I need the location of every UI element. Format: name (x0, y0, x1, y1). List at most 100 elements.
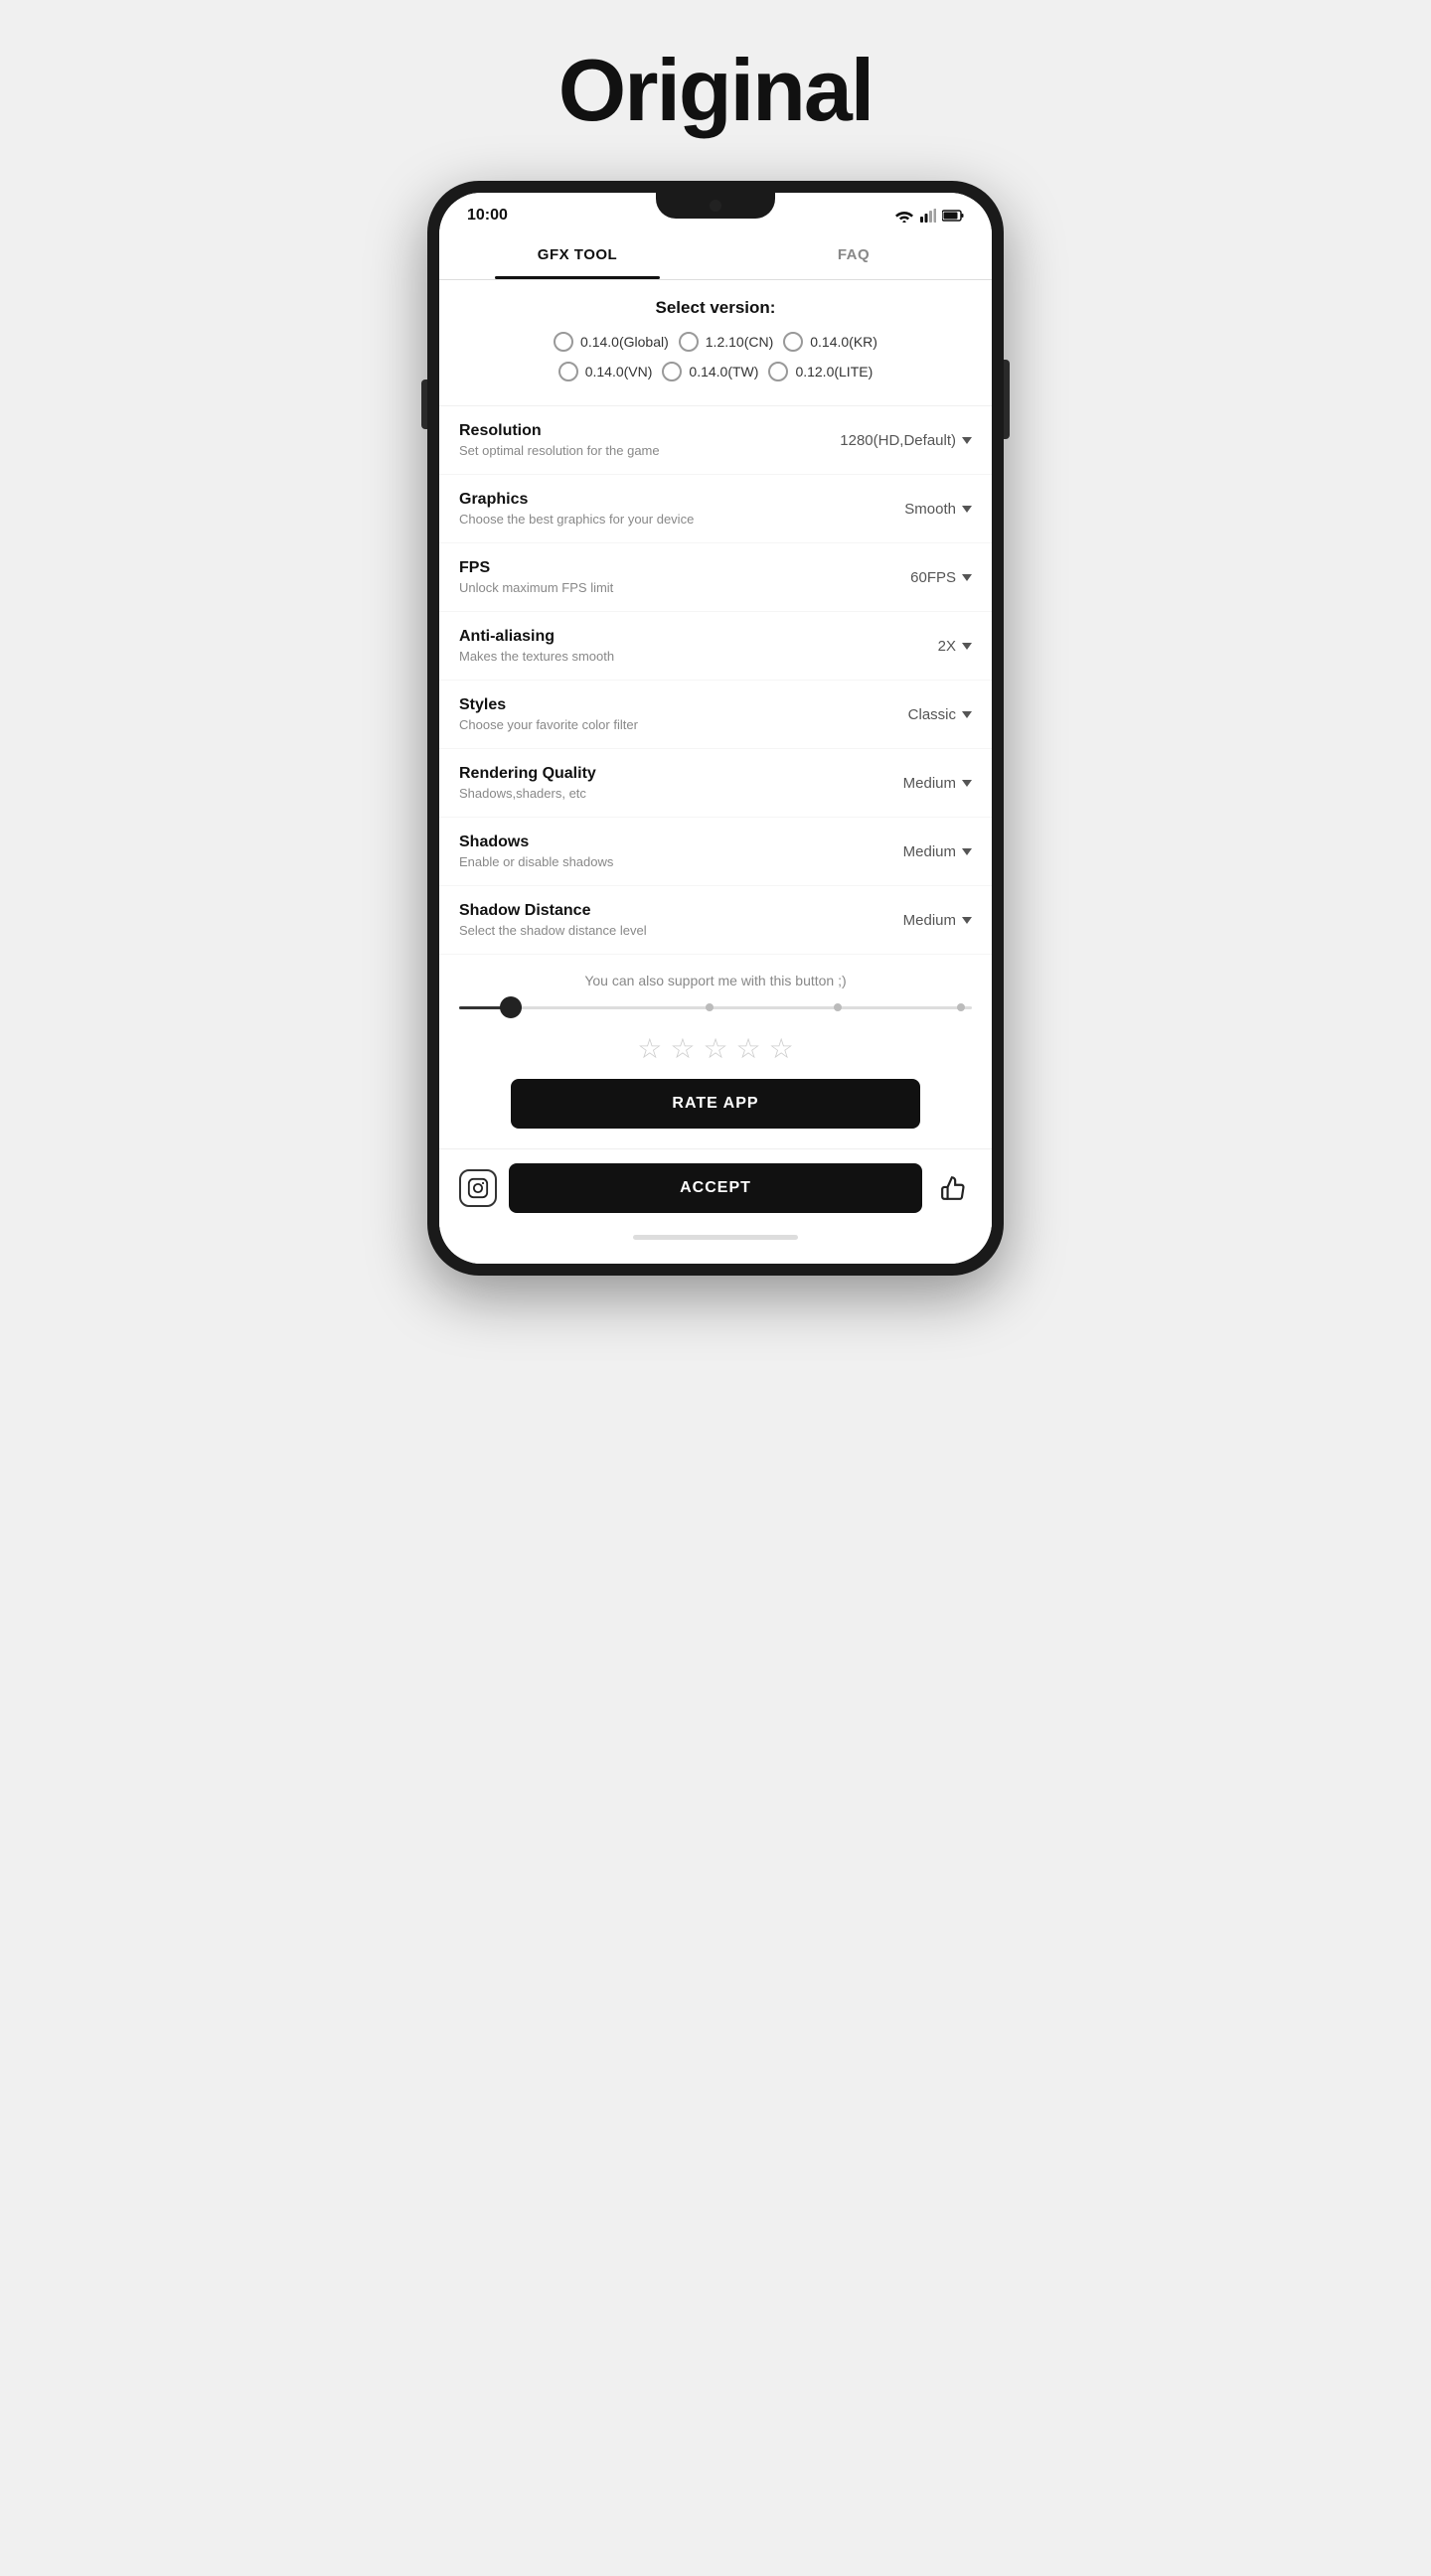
slider-track (459, 1006, 972, 1009)
version-option-cn[interactable]: 1.2.10(CN) (679, 332, 773, 352)
star-4[interactable]: ☆ (736, 1032, 761, 1065)
setting-styles-label: Styles (459, 696, 908, 714)
setting-shadow-distance-label: Shadow Distance (459, 902, 903, 920)
setting-rendering-quality-label: Rendering Quality (459, 765, 903, 783)
version-title: Select version: (459, 298, 972, 318)
setting-shadows-desc: Enable or disable shadows (459, 854, 903, 869)
status-time: 10:00 (467, 207, 508, 225)
radio-cn[interactable] (679, 332, 699, 352)
setting-fps-value[interactable]: 60FPS (910, 569, 972, 586)
setting-shadows-label: Shadows (459, 833, 903, 851)
stars-row: ☆ ☆ ☆ ☆ ☆ (459, 1032, 972, 1065)
accept-button[interactable]: ACCEPT (509, 1163, 922, 1213)
camera-dot (710, 200, 721, 212)
fps-chevron (962, 574, 972, 581)
phone-screen: 10:00 (439, 193, 992, 1264)
setting-styles-info: Styles Choose your favorite color filter (459, 696, 908, 732)
signal-icon (920, 209, 936, 223)
instagram-icon (467, 1177, 489, 1199)
setting-resolution-value[interactable]: 1280(HD,Default) (840, 432, 972, 449)
setting-styles-value[interactable]: Classic (908, 706, 972, 723)
setting-resolution-desc: Set optimal resolution for the game (459, 443, 840, 458)
phone-frame: 10:00 (427, 181, 1004, 1276)
bottom-bar: ACCEPT (439, 1148, 992, 1227)
setting-rendering-quality-info: Rendering Quality Shadows,shaders, etc (459, 765, 903, 801)
support-section: You can also support me with this button… (439, 955, 992, 1148)
setting-shadow-distance: Shadow Distance Select the shadow distan… (439, 886, 992, 955)
version-option-kr[interactable]: 0.14.0(KR) (783, 332, 877, 352)
shadow-distance-chevron (962, 917, 972, 924)
star-5[interactable]: ☆ (769, 1032, 794, 1065)
app-content: Select version: 0.14.0(Global) 1.2.10(CN… (439, 280, 992, 1264)
radio-lite[interactable] (768, 362, 788, 381)
version-option-lite[interactable]: 0.12.0(LITE) (768, 362, 873, 381)
page-title: Original (558, 40, 874, 141)
antialiasing-chevron (962, 643, 972, 650)
instagram-button[interactable] (459, 1169, 497, 1207)
setting-styles-desc: Choose your favorite color filter (459, 717, 908, 732)
status-icons (894, 209, 964, 223)
version-option-tw[interactable]: 0.14.0(TW) (662, 362, 758, 381)
slider-thumb[interactable] (500, 996, 522, 1018)
version-label-kr: 0.14.0(KR) (810, 334, 877, 350)
setting-styles: Styles Choose your favorite color filter… (439, 681, 992, 749)
radio-global[interactable] (554, 332, 573, 352)
radio-tw[interactable] (662, 362, 682, 381)
tab-gfx-tool[interactable]: GFX TOOL (439, 230, 716, 279)
setting-graphics-value[interactable]: Smooth (904, 501, 972, 518)
version-label-tw: 0.14.0(TW) (689, 364, 758, 379)
radio-vn[interactable] (558, 362, 578, 381)
rendering-quality-value-text: Medium (903, 775, 956, 792)
thumbsup-button[interactable] (934, 1169, 972, 1207)
version-section: Select version: 0.14.0(Global) 1.2.10(CN… (439, 280, 992, 406)
star-3[interactable]: ☆ (703, 1032, 727, 1065)
setting-graphics-info: Graphics Choose the best graphics for yo… (459, 491, 904, 527)
version-label-global: 0.14.0(Global) (580, 334, 669, 350)
power-button (1004, 360, 1010, 439)
setting-resolution-info: Resolution Set optimal resolution for th… (459, 422, 840, 458)
graphics-value-text: Smooth (904, 501, 956, 518)
version-row-1: 0.14.0(Global) 1.2.10(CN) 0.14.0(KR) (459, 332, 972, 352)
wifi-icon (894, 209, 914, 223)
slider-tick-2 (706, 1003, 714, 1011)
setting-antialiasing-label: Anti-aliasing (459, 628, 938, 646)
setting-shadow-distance-value[interactable]: Medium (903, 912, 972, 929)
setting-fps-desc: Unlock maximum FPS limit (459, 580, 910, 595)
star-1[interactable]: ☆ (637, 1032, 662, 1065)
home-indicator (633, 1235, 799, 1240)
setting-rendering-quality-desc: Shadows,shaders, etc (459, 786, 903, 801)
slider-tick-3 (834, 1003, 842, 1011)
setting-antialiasing: Anti-aliasing Makes the textures smooth … (439, 612, 992, 681)
app-tabs: GFX TOOL FAQ (439, 230, 992, 280)
setting-fps: FPS Unlock maximum FPS limit 60FPS (439, 543, 992, 612)
version-label-vn: 0.14.0(VN) (585, 364, 653, 379)
version-option-vn[interactable]: 0.14.0(VN) (558, 362, 653, 381)
version-option-global[interactable]: 0.14.0(Global) (554, 332, 669, 352)
resolution-chevron (962, 437, 972, 444)
star-2[interactable]: ☆ (670, 1032, 695, 1065)
setting-shadows-value[interactable]: Medium (903, 843, 972, 860)
battery-icon (942, 210, 964, 222)
tab-faq[interactable]: FAQ (716, 230, 992, 279)
slider-tick-4 (957, 1003, 965, 1011)
rate-app-button[interactable]: RATE APP (511, 1079, 921, 1129)
setting-shadow-distance-desc: Select the shadow distance level (459, 923, 903, 938)
setting-shadow-distance-info: Shadow Distance Select the shadow distan… (459, 902, 903, 938)
notch (656, 193, 775, 219)
setting-graphics: Graphics Choose the best graphics for yo… (439, 475, 992, 543)
rendering-quality-chevron (962, 780, 972, 787)
setting-shadows: Shadows Enable or disable shadows Medium (439, 818, 992, 886)
setting-rendering-quality-value[interactable]: Medium (903, 775, 972, 792)
radio-kr[interactable] (783, 332, 803, 352)
setting-fps-info: FPS Unlock maximum FPS limit (459, 559, 910, 595)
setting-graphics-desc: Choose the best graphics for your device (459, 512, 904, 527)
setting-antialiasing-value[interactable]: 2X (938, 638, 972, 655)
support-slider[interactable] (459, 1002, 972, 1012)
version-label-lite: 0.12.0(LITE) (795, 364, 873, 379)
version-row-2: 0.14.0(VN) 0.14.0(TW) 0.12.0(LITE) (459, 362, 972, 381)
thumbsup-icon (940, 1175, 966, 1201)
volume-button (421, 379, 427, 429)
status-bar: 10:00 (439, 193, 992, 230)
shadows-value-text: Medium (903, 843, 956, 860)
support-text: You can also support me with this button… (459, 973, 972, 988)
